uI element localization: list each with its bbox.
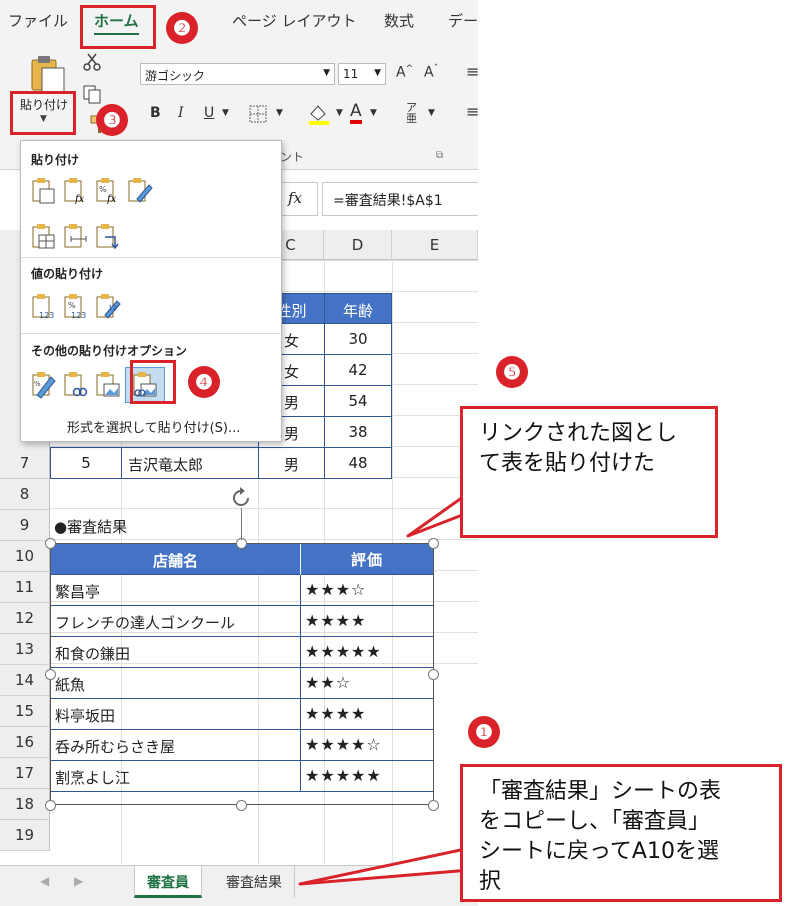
callout-linked-picture: リンクされた図とし て表を貼り付けた — [460, 406, 718, 538]
callout-copy-instruction: 「審査結果」シートの表 をコピーし、「審査員」 シートに戻ってA10を選 択 — [460, 764, 782, 902]
